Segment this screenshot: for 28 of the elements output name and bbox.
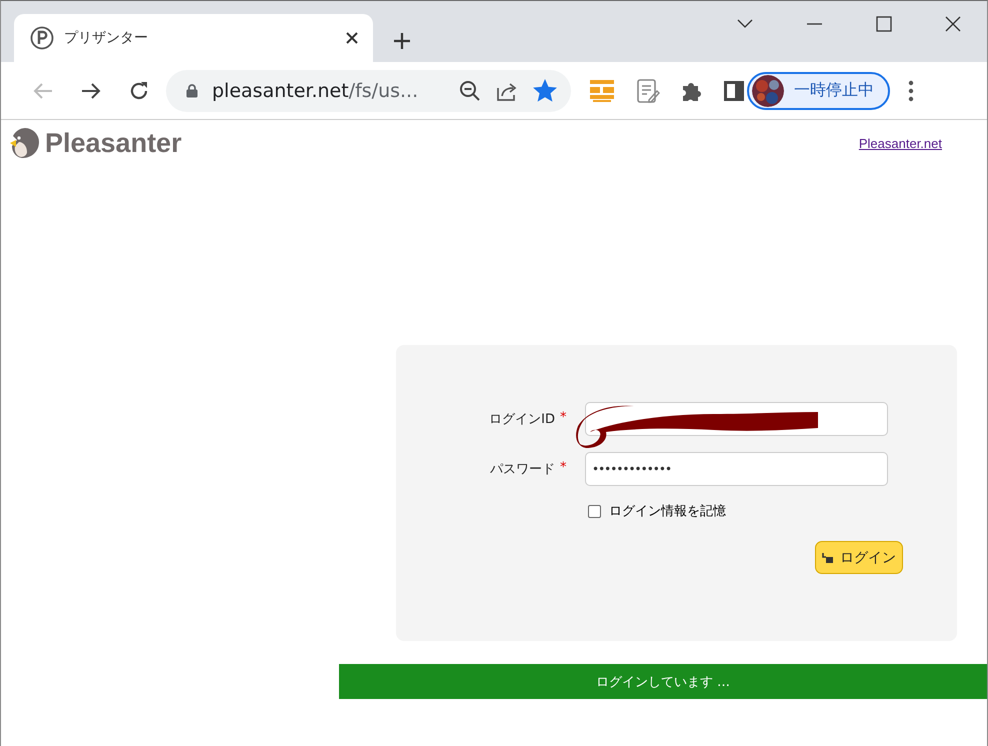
avatar-icon (752, 74, 784, 106)
reload-icon[interactable] (128, 80, 150, 102)
url-text: pleasanter.net/fs/us... (212, 80, 420, 102)
checkbox[interactable] (588, 504, 601, 518)
bird-logo-icon (9, 126, 41, 160)
logo-text: Pleasanter (45, 128, 182, 158)
site-icon (30, 26, 54, 50)
password-field[interactable]: ••••••••••••• (585, 452, 888, 486)
login-button[interactable]: ログイン (815, 541, 903, 574)
star-icon[interactable] (533, 78, 557, 102)
tab-title: プリザンター (64, 29, 149, 47)
profile-button[interactable]: 一時停止中 (747, 72, 890, 110)
required-mark: * (560, 410, 568, 427)
more-menu-icon[interactable] (908, 80, 914, 102)
side-panel-icon[interactable] (724, 80, 744, 100)
browser-tab[interactable]: プリザンター (14, 14, 373, 62)
status-banner: ログインしています … (339, 664, 987, 699)
field-label: パスワード (490, 461, 555, 478)
zoom-out-icon[interactable] (459, 80, 481, 102)
notepad-icon[interactable] (636, 78, 660, 104)
new-tab-icon[interactable] (393, 32, 411, 50)
field-label: ログインID (489, 411, 555, 428)
site-link[interactable]: Pleasanter.net (858, 136, 942, 150)
required-mark: * (560, 460, 568, 477)
address-bar[interactable]: pleasanter.net/fs/us... (166, 70, 571, 112)
close-icon[interactable] (345, 31, 359, 45)
checkbox-label: ログイン情報を記憶 (609, 503, 726, 520)
lock-icon (186, 83, 198, 98)
